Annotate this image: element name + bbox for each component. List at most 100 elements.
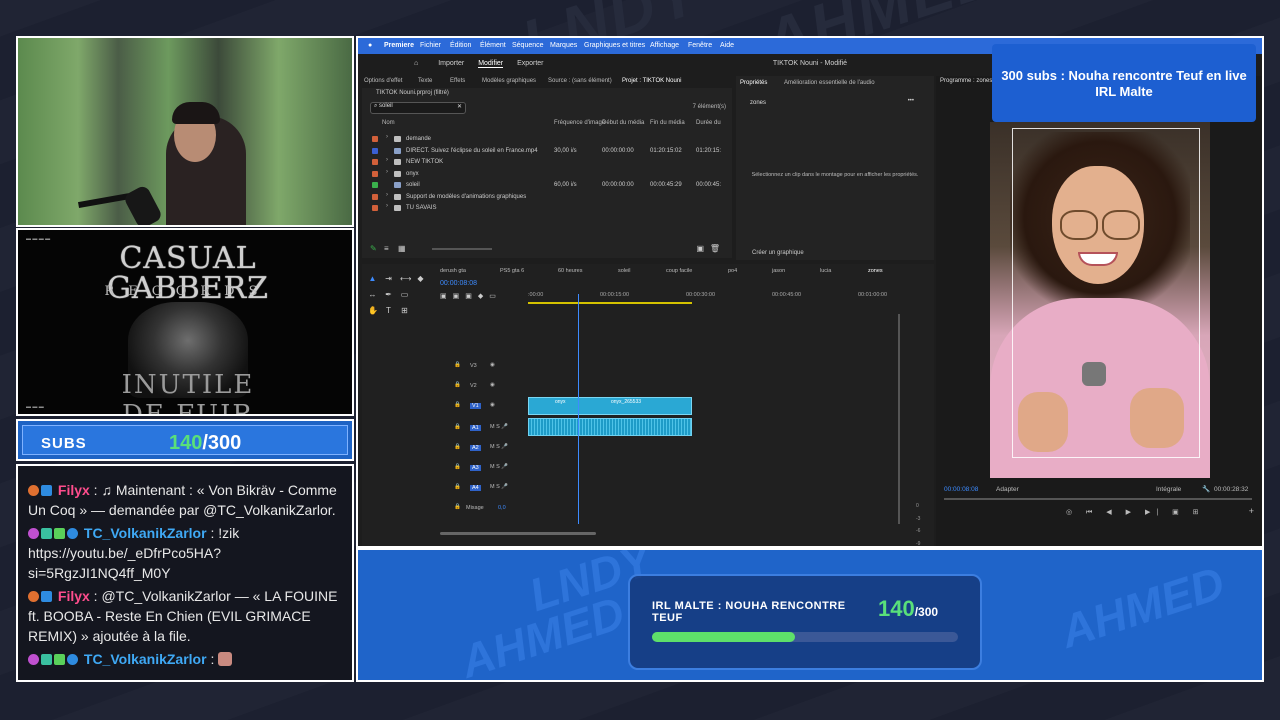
- tab-project[interactable]: Projet : TIKTOK Nouni: [622, 78, 681, 84]
- lock-icon[interactable]: 🔒: [454, 484, 461, 490]
- menu-item-window[interactable]: Fenêtre: [688, 42, 712, 49]
- column-name[interactable]: Nom: [382, 120, 395, 126]
- fit-select[interactable]: Adapter: [996, 486, 1019, 493]
- chat-username[interactable]: TC_VolkanikZarlor: [84, 525, 207, 541]
- label-color[interactable]: [372, 193, 378, 200]
- vertical-scrollbar[interactable]: [898, 314, 900, 524]
- chat-username[interactable]: TC_VolkanikZarlor: [84, 651, 207, 667]
- expand-icon[interactable]: ›: [386, 134, 388, 140]
- ripple-edit-icon[interactable]: ⟷: [400, 274, 411, 283]
- track-a2[interactable]: 🔒 A2 M S 🎤: [446, 442, 906, 454]
- new-bin-icon[interactable]: ▣: [696, 244, 704, 253]
- audio-clip[interactable]: [528, 418, 692, 436]
- apple-icon[interactable]: ●: [368, 42, 372, 49]
- mute-icon[interactable]: M S 🎤: [490, 424, 508, 430]
- menu-item-view[interactable]: Affichage: [650, 42, 679, 49]
- expand-icon[interactable]: ›: [386, 157, 388, 163]
- chat-username[interactable]: Filyx: [58, 482, 90, 498]
- column-end[interactable]: Fin du média: [650, 120, 685, 126]
- label-color[interactable]: [372, 136, 378, 142]
- project-row[interactable]: › Support de modèles d'animations graphiq…: [362, 192, 732, 203]
- column-start[interactable]: Début du média: [602, 120, 644, 126]
- tab-essential-audio[interactable]: Amélioration essentielle de l'audio: [784, 80, 875, 86]
- label-color[interactable]: [372, 205, 378, 211]
- seq-tab[interactable]: jason: [772, 268, 785, 274]
- track-a3[interactable]: 🔒 A3 M S 🎤: [446, 462, 906, 474]
- timeline-scrollbar[interactable]: [440, 532, 596, 535]
- tab-graphic-templates[interactable]: Modèles graphiques: [482, 78, 536, 84]
- grid-icon[interactable]: ⊞: [400, 306, 409, 315]
- playhead[interactable]: [578, 294, 579, 524]
- label-color[interactable]: [372, 182, 378, 188]
- tab-source[interactable]: Source : (sans élément): [548, 78, 612, 84]
- menu-item-help[interactable]: Aide: [720, 42, 734, 49]
- expand-icon[interactable]: ›: [386, 169, 388, 175]
- lock-icon[interactable]: 🔒: [454, 382, 461, 388]
- track-v2[interactable]: 🔒 V2 ◉: [446, 380, 906, 392]
- seq-tab[interactable]: soleil: [618, 268, 631, 274]
- menu-item-app[interactable]: Premiere: [384, 42, 414, 49]
- mute-icon[interactable]: M S 🎤: [490, 464, 508, 470]
- menu-item-file[interactable]: Fichier: [420, 42, 441, 49]
- type-icon[interactable]: T: [384, 306, 393, 315]
- mute-icon[interactable]: M S 🎤: [490, 444, 508, 450]
- lock-icon[interactable]: 🔒: [454, 504, 461, 510]
- lock-icon[interactable]: 🔒: [454, 402, 461, 408]
- project-row[interactable]: › NEW TIKTOK: [362, 157, 732, 168]
- menu-item-graphics[interactable]: Graphiques et titres: [584, 42, 645, 49]
- zoom-slider[interactable]: [432, 248, 492, 250]
- hand-icon[interactable]: ✋: [368, 306, 378, 315]
- label-color[interactable]: [372, 170, 378, 177]
- trash-icon[interactable]: 🗑: [710, 244, 720, 253]
- column-duration[interactable]: Durée du: [696, 120, 721, 126]
- menu-item-edit[interactable]: Édition: [450, 42, 471, 49]
- timeline-timecode[interactable]: 00:00:08:08: [440, 280, 477, 287]
- project-row[interactable]: › onyx: [362, 169, 732, 180]
- quality-select[interactable]: Intégrale: [1156, 486, 1181, 493]
- project-row[interactable]: › TU SAVAIS: [362, 203, 732, 214]
- search-input[interactable]: ⌕ soleil ✕: [370, 102, 466, 114]
- seq-tab[interactable]: po4: [728, 268, 737, 274]
- expand-icon[interactable]: ›: [386, 192, 388, 198]
- seq-tab[interactable]: coup facile: [666, 268, 692, 274]
- eye-icon[interactable]: ◉: [490, 382, 495, 388]
- column-fps[interactable]: Fréquence d'image: [554, 120, 605, 126]
- tab-properties[interactable]: Propriétés: [740, 80, 767, 86]
- track-a4[interactable]: 🔒 A4 M S 🎤: [446, 482, 906, 494]
- lock-icon[interactable]: 🔒: [454, 464, 461, 470]
- slip-icon[interactable]: ↔: [368, 290, 377, 299]
- tab-text[interactable]: Texte: [418, 78, 432, 84]
- icon-view-icon[interactable]: ▦: [398, 244, 406, 253]
- monitor-scrubber[interactable]: [944, 498, 1252, 500]
- seq-tab[interactable]: 60 heures: [558, 268, 582, 274]
- work-area-bar[interactable]: [528, 302, 692, 304]
- add-icon[interactable]: +: [1249, 506, 1254, 516]
- track-select-icon[interactable]: ⇥: [384, 274, 393, 283]
- label-color[interactable]: [372, 159, 378, 165]
- chat-username[interactable]: Filyx: [58, 588, 90, 604]
- tab-effect-options[interactable]: Options d'effet: [364, 78, 402, 84]
- seq-tab[interactable]: derush gta: [440, 268, 466, 274]
- create-graphic-button[interactable]: Créer un graphique: [752, 250, 804, 256]
- track-v3[interactable]: 🔒 V3 ◉: [446, 360, 906, 372]
- tab-effects[interactable]: Effets: [450, 78, 465, 84]
- project-row[interactable]: soleil 60,00 i/s 00:00:00:00 00:00:45:29 00:…: [362, 180, 732, 191]
- pen-icon[interactable]: ✒: [384, 290, 393, 299]
- selection-tool-icon[interactable]: ▲: [368, 274, 377, 283]
- project-row[interactable]: DIRECT. Suivez l'éclipse du soleil en Fr…: [362, 146, 732, 157]
- mix-value[interactable]: 0,0: [498, 505, 506, 511]
- project-row[interactable]: › demande: [362, 134, 732, 145]
- eye-icon[interactable]: ◉: [490, 362, 495, 368]
- seq-tab[interactable]: lucia: [820, 268, 831, 274]
- mute-icon[interactable]: M S 🎤: [490, 484, 508, 490]
- menu-item-sequence[interactable]: Séquence: [512, 42, 544, 49]
- lock-icon[interactable]: 🔒: [454, 444, 461, 450]
- clear-icon[interactable]: ✕: [457, 103, 462, 110]
- lock-icon[interactable]: 🔒: [454, 424, 461, 430]
- rectangle-icon[interactable]: ▭: [400, 290, 409, 299]
- list-view-icon[interactable]: ≡: [384, 244, 389, 253]
- video-clip[interactable]: onyx onyx_265533: [528, 397, 692, 415]
- eye-icon[interactable]: ◉: [490, 402, 495, 408]
- expand-icon[interactable]: ›: [386, 203, 388, 209]
- razor-icon[interactable]: ◆: [416, 274, 425, 283]
